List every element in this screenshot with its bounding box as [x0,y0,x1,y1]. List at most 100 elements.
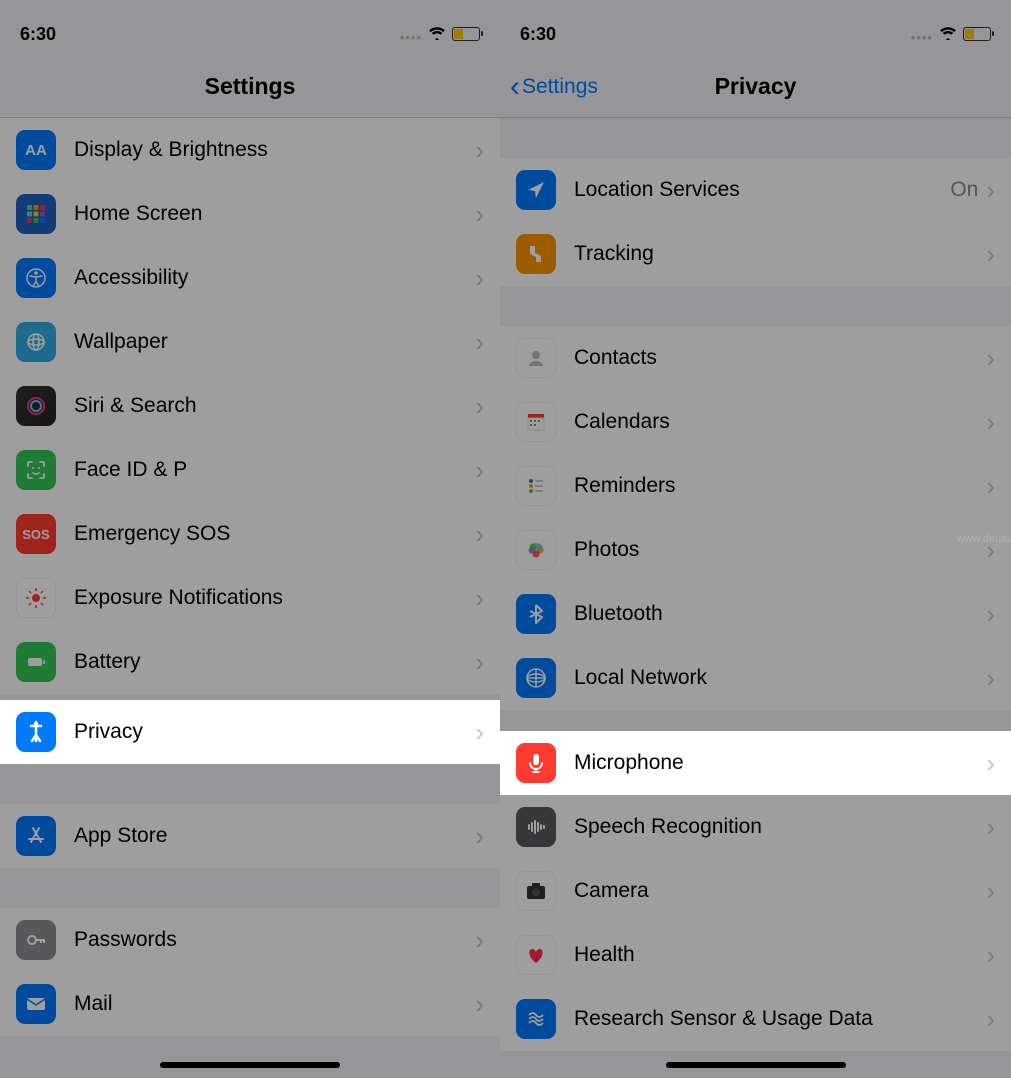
row-label: Research Sensor & Usage Data [574,1007,986,1031]
row-contacts[interactable]: Contacts › [500,326,1011,390]
row-mail[interactable]: Mail › [0,972,500,1036]
row-app-store[interactable]: App Store › [0,804,500,868]
row-battery[interactable]: Battery › [0,630,500,694]
row-label: Mail [74,992,475,1016]
chevron-right-icon: › [475,821,484,852]
camera-icon [516,871,556,911]
phone-privacy: 6:30 •••• ‹ Settings Privacy Location Se… [500,0,1011,1078]
watermark: www.deuaq.com [957,533,1011,545]
siri-icon [16,386,56,426]
reminders-icon [516,466,556,506]
row-label: Tracking [574,242,986,266]
row-label: Speech Recognition [574,815,986,839]
row-photos[interactable]: Photos › [500,518,1011,582]
accessibility-icon [16,258,56,298]
row-label: Battery [74,650,475,674]
chevron-left-icon: ‹ [510,77,520,97]
row-research-sensor[interactable]: Research Sensor & Usage Data › [500,987,1011,1051]
group-separator [0,764,500,804]
privacy-list-1: Location Services On › Tracking › [500,158,1011,286]
passwords-icon [16,920,56,960]
network-icon [516,658,556,698]
back-label: Settings [522,75,598,99]
row-label: Camera [574,879,986,903]
row-label: Location Services [574,178,950,202]
row-reminders[interactable]: Reminders › [500,454,1011,518]
status-bar: 6:30 •••• [500,0,1011,56]
group-separator [500,118,1011,158]
chevron-right-icon: › [986,876,995,907]
chevron-right-icon: › [986,748,995,779]
row-label: Accessibility [74,266,475,290]
row-microphone[interactable]: Microphone › [500,731,1011,795]
row-display-brightness[interactable]: AA Display & Brightness › [0,118,500,182]
phone-settings: 6:30 •••• Settings AA Display & Brightne… [0,0,500,1078]
sos-icon: SOS [16,514,56,554]
row-siri-search[interactable]: Siri & Search › [0,374,500,438]
row-face-id[interactable]: Face ID & P › [0,438,500,502]
row-privacy[interactable]: Privacy › [0,700,500,764]
back-button[interactable]: ‹ Settings [510,75,598,99]
row-location-services[interactable]: Location Services On › [500,158,1011,222]
group-separator [0,868,500,908]
row-home-screen[interactable]: Home Screen › [0,182,500,246]
research-icon [516,999,556,1039]
row-label: Privacy [74,720,475,744]
chevron-right-icon: › [475,519,484,550]
row-label: App Store [74,824,475,848]
row-exposure-notifications[interactable]: Exposure Notifications › [0,566,500,630]
cellular-dots-icon: •••• [400,30,422,45]
chevron-right-icon: › [475,717,484,748]
photos-icon [516,530,556,570]
row-passwords[interactable]: Passwords › [0,908,500,972]
row-bluetooth[interactable]: Bluetooth › [500,582,1011,646]
row-wallpaper[interactable]: Wallpaper › [0,310,500,374]
chevron-right-icon: › [986,1004,995,1035]
cellular-dots-icon: •••• [911,30,933,45]
display-brightness-icon: AA [16,130,56,170]
microphone-icon [516,743,556,783]
chevron-right-icon: › [475,263,484,294]
battery-icon [963,27,991,41]
row-speech-recognition[interactable]: Speech Recognition › [500,795,1011,859]
row-tracking[interactable]: Tracking › [500,222,1011,286]
nav-header: Settings [0,56,500,118]
privacy-icon [16,712,56,752]
exposure-icon [16,578,56,618]
chevron-right-icon: › [475,989,484,1020]
speech-recognition-icon [516,807,556,847]
chevron-right-icon: › [475,135,484,166]
chevron-right-icon: › [986,599,995,630]
row-label: Home Screen [74,202,475,226]
privacy-list-3: Speech Recognition › Camera › Health › R… [500,795,1011,1051]
row-label: Health [574,943,986,967]
chevron-right-icon: › [986,407,995,438]
chevron-right-icon: › [986,812,995,843]
row-label: Passwords [74,928,475,952]
row-local-network[interactable]: Local Network › [500,646,1011,710]
row-label: Exposure Notifications [74,586,475,610]
status-right: •••• [400,24,480,45]
row-microphone-highlight: Microphone › [500,731,1011,795]
row-accessibility[interactable]: Accessibility › [0,246,500,310]
bluetooth-icon [516,594,556,634]
row-label: Microphone [574,751,986,775]
home-indicator [160,1062,340,1068]
chevron-right-icon: › [475,455,484,486]
settings-list: AA Display & Brightness › Home Screen › … [0,118,500,694]
row-label: Face ID & P [74,458,475,482]
tracking-icon [516,234,556,274]
page-title: Settings [205,73,296,100]
battery-settings-icon [16,642,56,682]
page-title: Privacy [715,73,797,100]
row-calendars[interactable]: Calendars › [500,390,1011,454]
row-label: Bluetooth [574,602,986,626]
row-camera[interactable]: Camera › [500,859,1011,923]
row-label: Siri & Search [74,394,475,418]
row-emergency-sos[interactable]: SOS Emergency SOS › [0,502,500,566]
chevron-right-icon: › [986,343,995,374]
settings-list-2: App Store › [0,804,500,868]
row-health[interactable]: Health › [500,923,1011,987]
chevron-right-icon: › [475,925,484,956]
row-label: Local Network [574,666,986,690]
